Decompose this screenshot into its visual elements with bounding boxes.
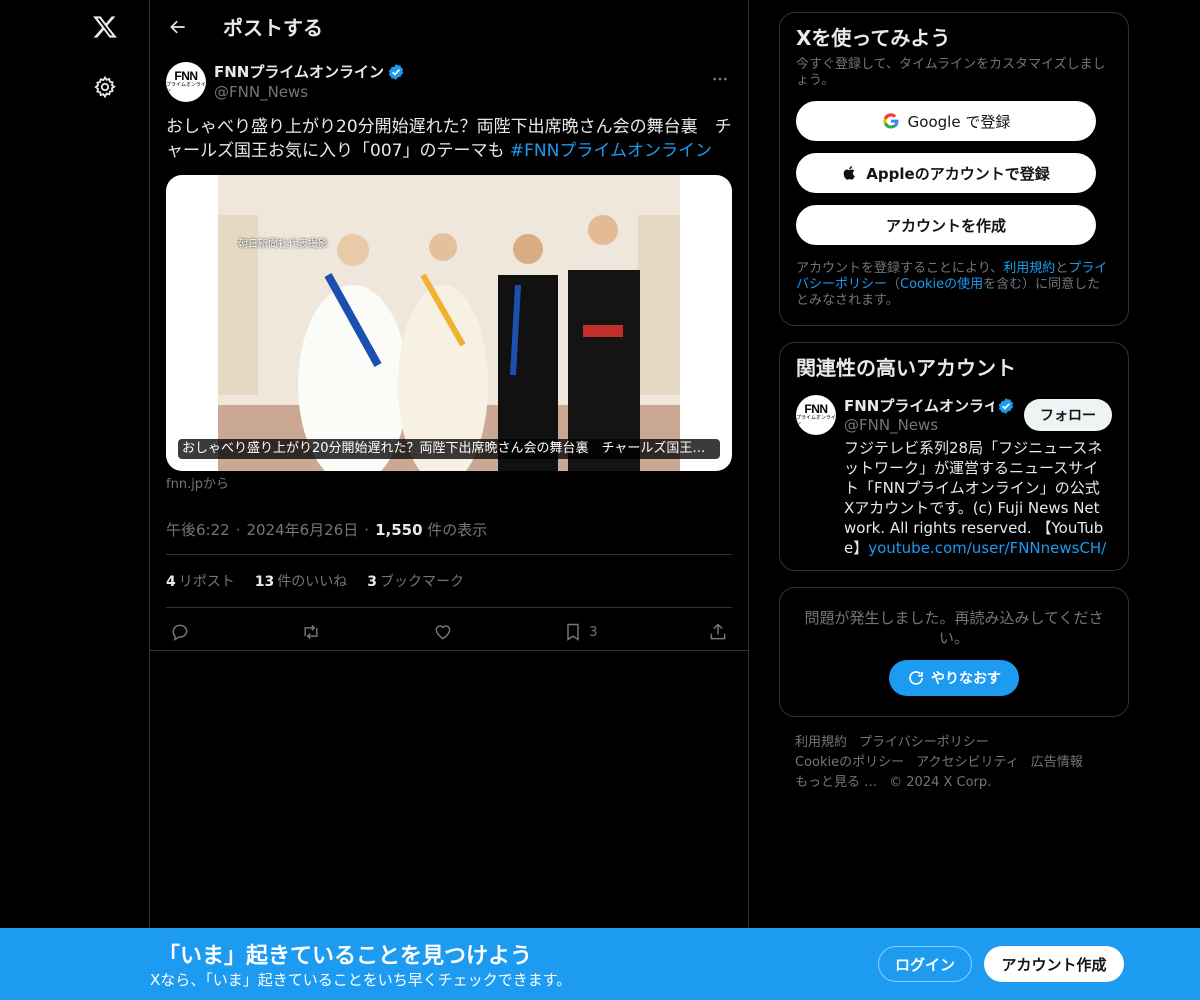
login-button[interactable]: ログイン	[878, 946, 972, 982]
bookmark-count: 3	[589, 624, 598, 640]
page-title: ポストする	[223, 16, 323, 40]
x-logo-icon[interactable]	[88, 10, 122, 44]
bookmarks-stat[interactable]: 3 ブックマーク	[367, 571, 464, 591]
meta-separator: ·	[235, 520, 241, 539]
related-bio: フジテレビ系列28局「フジニュースネットワーク」が運営するニュースサイト「FNN…	[844, 439, 1107, 557]
share-icon	[710, 623, 726, 640]
heart-icon	[435, 625, 451, 640]
like-button[interactable]	[433, 622, 453, 642]
post-text: おしゃべり盛り上がり20分開始遅れた？両陛下出席晩さん会の舞台裏 チャールズ国王…	[166, 115, 732, 163]
views-label: 件の表示	[427, 521, 488, 539]
link-card[interactable]: 朝日新聞社代表撮影 おしゃべり盛り上がり20分開始遅れた？両陛下出席晩さん会の舞…	[166, 175, 732, 471]
author-display-name[interactable]: FNNプライムオンライン	[214, 62, 384, 82]
google-icon	[882, 113, 899, 129]
footer-links: 利用規約 プライバシーポリシー Cookieのポリシー アクセシビリティ 広告情報 も…	[779, 733, 1129, 793]
avatar[interactable]: FNN プライムオンライン	[166, 62, 206, 102]
avatar-logo-subtext: プライムオンライン	[166, 82, 206, 94]
google-signup-button[interactable]: Google で登録	[796, 101, 1096, 141]
post-meta: 午後6:22 · 2024年6月26日 · 1,550 件の表示	[166, 505, 732, 555]
avatar-logo-text: FNN	[174, 69, 198, 83]
signup-button[interactable]: アカウント作成	[984, 946, 1124, 982]
related-title: 関連性の高いアカウント	[796, 356, 1016, 380]
hashtag-link[interactable]: #FNNプライムオンライン	[510, 141, 712, 161]
follow-button[interactable]: フォロー	[1024, 399, 1112, 431]
related-account[interactable]: FNN プライムオンライン FNNプライムオンライ @FNN_News フジテレ…	[796, 395, 1112, 558]
error-message: 問題が発生しました。再読み込みしてください。	[804, 609, 1104, 647]
footer-accessibility[interactable]: アクセシビリティ	[916, 755, 1019, 770]
create-account-label: アカウントを作成	[885, 216, 1006, 235]
reposts-stat[interactable]: 4 リポスト	[166, 571, 235, 591]
post: FNN プライムオンライン FNNプライムオンライン @FNN_News おしゃ…	[150, 53, 748, 656]
footer-copyright: © 2024 X Corp.	[889, 775, 992, 790]
share-button[interactable]	[708, 622, 728, 642]
bookmark-button[interactable]: 3	[563, 622, 598, 642]
card-source[interactable]: fnn.jpから	[166, 475, 732, 495]
apple-signup-button[interactable]: Appleのアカウントで登録	[796, 153, 1096, 193]
reply-button[interactable]	[170, 622, 190, 642]
bottom-signup-bar: 「いま」起きていることを見つけよう Xなら、「いま」起きていることをいち早くチェ…	[0, 928, 1200, 1000]
post-date[interactable]: 2024年6月26日	[246, 519, 358, 540]
right-sidebar: Xを使ってみよう 今すぐ登録して、タイムラインをカスタマイズしましょう。 Goo…	[779, 12, 1129, 793]
retry-button[interactable]: やりなおす	[889, 660, 1019, 696]
apple-icon	[843, 166, 856, 180]
signup-legal: アカウントを登録することにより、利用規約とプライバシーポリシー（Cookieの使…	[796, 261, 1108, 308]
retry-label: やりなおす	[931, 671, 1001, 687]
post-stats: 4 リポスト 13 件のいいね 3 ブックマーク	[166, 555, 732, 608]
post-actions: 3	[166, 608, 732, 656]
terms-link[interactable]: 利用規約	[1003, 261, 1055, 276]
repost-button[interactable]	[300, 622, 322, 642]
author-handle[interactable]: @FNN_News	[214, 82, 405, 102]
arrow-left-icon[interactable]	[150, 0, 206, 53]
apple-signup-label: Appleのアカウントで登録	[866, 164, 1050, 183]
likes-stat[interactable]: 13 件のいいね	[255, 571, 347, 591]
top-bar: ポストする	[150, 0, 748, 53]
author-names: FNNプライムオンライン @FNN_News	[214, 62, 405, 102]
footer-cookie[interactable]: Cookieのポリシー	[795, 755, 904, 770]
card-image: 朝日新聞社代表撮影	[218, 175, 680, 471]
views-count: 1,550	[375, 520, 423, 539]
footer-privacy[interactable]: プライバシーポリシー	[859, 735, 989, 750]
verified-badge-icon	[388, 64, 404, 80]
more-options-icon[interactable]	[708, 67, 732, 91]
error-box: 問題が発生しました。再読み込みしてください。 やりなおす	[779, 587, 1129, 717]
footer-more[interactable]: もっと見る …	[795, 775, 877, 790]
bookmark-icon	[567, 623, 580, 641]
footer-ads[interactable]: 広告情報	[1031, 755, 1083, 770]
card-caption: おしゃべり盛り上がり20分開始遅れた？両陛下出席晩さん会の舞台裏 チャールズ国王…	[178, 439, 720, 459]
meta-separator: ·	[364, 520, 370, 539]
refresh-icon	[909, 671, 923, 685]
bottom-bar-subtitle: Xなら、「いま」起きていることをいち早くチェックできます。	[150, 971, 572, 989]
cookie-link[interactable]: Cookieの使用	[900, 277, 983, 292]
avatar[interactable]: FNN プライムオンライン	[796, 395, 836, 435]
signup-title: Xを使ってみよう	[796, 26, 951, 50]
google-signup-label: Google で登録	[907, 112, 1011, 131]
left-nav	[0, 0, 150, 1000]
post-author: FNN プライムオンライン FNNプライムオンライン @FNN_News	[166, 53, 732, 111]
signup-box: Xを使ってみよう 今すぐ登録して、タイムラインをカスタマイズしましょう。 Goo…	[779, 12, 1129, 326]
related-accounts-box: 関連性の高いアカウント FNN プライムオンライン FNNプライムオンライ @F…	[779, 342, 1129, 571]
repost-icon	[304, 624, 319, 640]
create-account-button[interactable]: アカウントを作成	[796, 205, 1096, 245]
reply-icon	[172, 624, 188, 641]
photo-watermark: 朝日新聞社代表撮影	[238, 239, 328, 250]
main-column: ポストする FNN プライムオンライン FNNプライムオンライン @FNN_Ne…	[149, 0, 749, 1000]
verified-badge-icon	[998, 397, 1014, 414]
signup-subtitle: 今すぐ登録して、タイムラインをカスタマイズしましょう。	[796, 57, 1106, 88]
related-display-name[interactable]: FNNプライムオンライ	[844, 395, 994, 416]
footer-terms[interactable]: 利用規約	[795, 735, 847, 750]
gear-icon[interactable]	[90, 72, 120, 102]
youtube-link[interactable]: youtube.com/user/FNNnewsCH/	[868, 539, 1106, 557]
bottom-bar-title: 「いま」起きていることを見つけよう	[158, 944, 533, 969]
divider	[150, 650, 748, 651]
post-time[interactable]: 午後6:22	[166, 519, 230, 540]
